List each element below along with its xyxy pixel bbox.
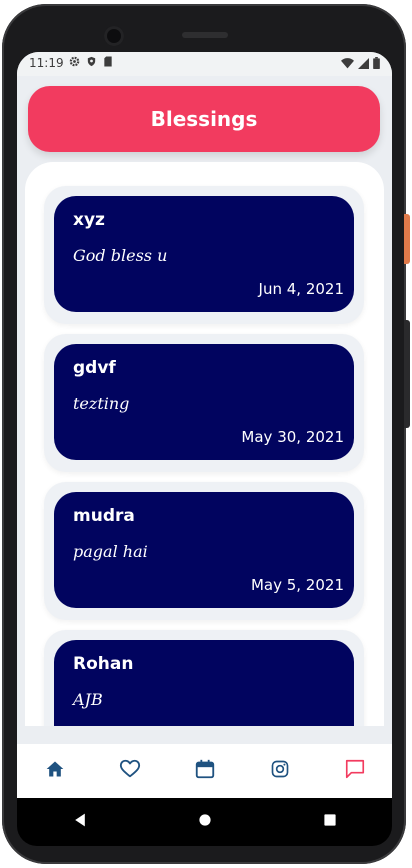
home-icon (45, 759, 65, 783)
blessing-card-container: xyz God bless u Jun 4, 2021 (44, 186, 364, 324)
status-icons-right (341, 57, 380, 72)
instagram-icon (270, 759, 290, 783)
blessing-date: Jun 4, 2021 (258, 280, 344, 298)
blessing-sender: xyz (73, 210, 105, 230)
blessing-card[interactable]: Rohan AJB (54, 640, 354, 726)
calendar-icon (194, 758, 216, 784)
system-navigation-bar (17, 798, 392, 846)
chat-icon (344, 758, 366, 784)
sd-card-icon (103, 56, 113, 70)
blessing-card-container: mudra pagal hai May 5, 2021 (44, 482, 364, 620)
settings-icon (69, 56, 80, 70)
blessing-sender: Rohan (73, 654, 134, 674)
battery-icon (373, 57, 380, 72)
volume-button (404, 320, 410, 428)
app-header: Blessings (28, 86, 380, 152)
status-bar: 11:19 (17, 52, 392, 76)
blessing-card-container: Rohan AJB (44, 630, 364, 726)
blessing-sender: mudra (73, 506, 135, 526)
system-recents-button[interactable] (310, 802, 350, 842)
front-camera (104, 26, 124, 46)
blessing-card[interactable]: gdvf tezting May 30, 2021 (54, 344, 354, 460)
blessing-sender: gdvf (73, 358, 116, 378)
system-back-button[interactable] (60, 802, 100, 842)
status-icons-left (69, 56, 113, 70)
wifi-icon (341, 57, 354, 72)
blessing-card[interactable]: xyz God bless u Jun 4, 2021 (54, 196, 354, 312)
nav-favorites[interactable] (110, 751, 150, 791)
nav-messages[interactable] (335, 751, 375, 791)
nav-calendar[interactable] (185, 751, 225, 791)
blessing-message: pagal hai (73, 542, 148, 561)
home-circle-icon (197, 812, 213, 832)
blessing-message: tezting (73, 394, 130, 413)
shield-icon (86, 56, 97, 70)
signal-icon (358, 57, 369, 72)
recents-icon (322, 812, 338, 832)
bottom-navigation (17, 744, 392, 798)
back-icon (72, 812, 88, 832)
side-button (404, 214, 410, 264)
blessing-message: AJB (73, 690, 103, 709)
nav-home[interactable] (35, 751, 75, 791)
status-time: 11:19 (29, 56, 64, 70)
page-title: Blessings (150, 107, 258, 131)
blessing-card-container: gdvf tezting May 30, 2021 (44, 334, 364, 472)
screen: 11:19 Blessings xyz God bless u Jun 4, 2… (17, 52, 392, 798)
heart-icon (119, 758, 141, 784)
nav-instagram[interactable] (260, 751, 300, 791)
blessing-date: May 5, 2021 (250, 576, 344, 594)
system-home-button[interactable] (185, 802, 225, 842)
earpiece-speaker (182, 32, 228, 38)
blessing-message: God bless u (73, 246, 168, 265)
blessing-date: May 30, 2021 (241, 428, 344, 446)
blessings-list[interactable]: xyz God bless u Jun 4, 2021 gdvf tezting… (25, 162, 384, 726)
blessing-card[interactable]: mudra pagal hai May 5, 2021 (54, 492, 354, 608)
